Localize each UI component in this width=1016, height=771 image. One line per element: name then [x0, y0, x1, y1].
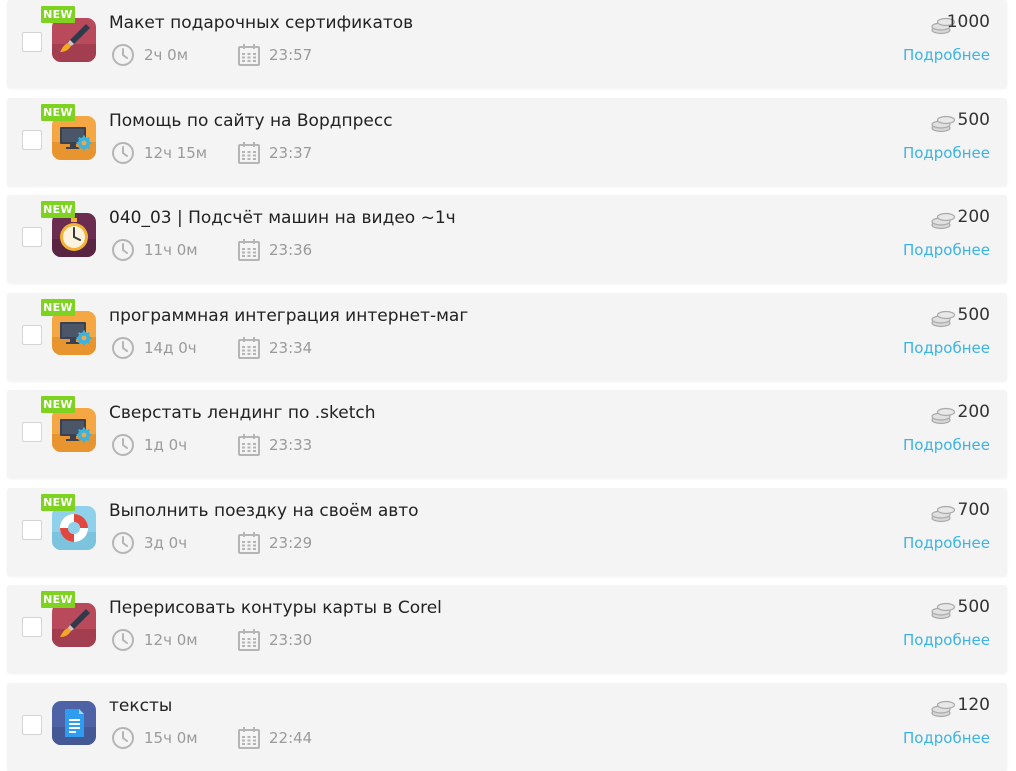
task-row[interactable]: NEW Выполнить поездку на своём авто 3д 0ч 2… [7, 488, 1007, 576]
new-badge: NEW [41, 494, 75, 511]
details-link[interactable]: Подробнее [903, 631, 990, 649]
new-badge: NEW [41, 6, 75, 23]
task-price: 1000 [946, 12, 990, 32]
clock-icon [111, 336, 135, 360]
lifebuoy-icon [52, 506, 96, 550]
task-posted-time: 23:57 [269, 46, 313, 64]
details-link[interactable]: Подробнее [903, 339, 990, 357]
task-duration: 1д 0ч [144, 436, 188, 454]
calendar-icon [237, 238, 261, 262]
coins-icon [929, 405, 957, 425]
task-select-checkbox[interactable] [22, 520, 42, 540]
details-link[interactable]: Подробнее [903, 241, 990, 259]
task-title[interactable]: Помощь по сайту на Вордпресс [109, 111, 393, 131]
task-posted-time: 23:36 [269, 241, 313, 259]
task-posted-time: 23:33 [269, 436, 313, 454]
calendar-icon [237, 531, 261, 555]
details-link[interactable]: Подробнее [903, 144, 990, 162]
details-link[interactable]: Подробнее [903, 46, 990, 64]
task-posted-time: 22:44 [269, 729, 313, 747]
stopwatch-icon [52, 213, 96, 257]
new-badge: NEW [41, 201, 75, 218]
task-title[interactable]: 040_03 | Подсчёт машин на видео ~1ч [109, 208, 456, 228]
details-link[interactable]: Подробнее [903, 729, 990, 747]
coins-icon [929, 600, 957, 620]
clock-icon [111, 433, 135, 457]
details-link[interactable]: Подробнее [903, 534, 990, 552]
task-row[interactable]: NEW Перерисовать контуры карты в Corel 12ч… [7, 585, 1007, 673]
web-monitor-icon [52, 408, 96, 452]
web-monitor-icon [52, 116, 96, 160]
task-select-checkbox[interactable] [22, 617, 42, 637]
design-brush-icon [52, 18, 96, 62]
task-duration: 12ч 0м [144, 631, 198, 649]
task-row[interactable]: тексты 15ч 0м 22:44 120 Подробнее [7, 683, 1007, 771]
coins-icon [929, 698, 957, 718]
calendar-icon [237, 336, 261, 360]
calendar-icon [237, 141, 261, 165]
task-list: NEW Макет подарочных сертификатов 2ч 0м 23:… [0, 0, 1016, 771]
task-title[interactable]: Сверстать лендинг по .sketch [109, 403, 376, 423]
clock-icon [111, 238, 135, 262]
coins-icon [929, 210, 957, 230]
task-select-checkbox[interactable] [22, 422, 42, 442]
calendar-icon [237, 726, 261, 750]
task-title[interactable]: Выполнить поездку на своём авто [109, 501, 419, 521]
task-price: 700 [957, 500, 990, 520]
task-price: 200 [957, 207, 990, 227]
task-title[interactable]: Макет подарочных сертификатов [109, 13, 413, 33]
new-badge: NEW [41, 396, 75, 413]
task-price: 500 [957, 597, 990, 617]
clock-icon [111, 726, 135, 750]
task-price: 500 [957, 110, 990, 130]
task-select-checkbox[interactable] [22, 227, 42, 247]
task-title[interactable]: программная интеграция интернет-маг [109, 306, 468, 326]
task-price: 120 [957, 695, 990, 715]
task-select-checkbox[interactable] [22, 325, 42, 345]
document-icon [52, 701, 96, 745]
task-row[interactable]: NEW 040_03 | Подсчёт машин на видео ~1ч 11… [7, 195, 1007, 283]
task-price: 500 [957, 305, 990, 325]
task-title[interactable]: Перерисовать контуры карты в Corel [109, 598, 442, 618]
task-posted-time: 23:34 [269, 339, 313, 357]
task-duration: 2ч 0м [144, 46, 189, 64]
task-select-checkbox[interactable] [22, 715, 42, 735]
task-row[interactable]: NEW Макет подарочных сертификатов 2ч 0м 23:… [7, 0, 1007, 88]
details-link[interactable]: Подробнее [903, 436, 990, 454]
web-monitor-icon [52, 311, 96, 355]
new-badge: NEW [41, 591, 75, 608]
task-duration: 12ч 15м [144, 144, 208, 162]
task-price: 200 [957, 402, 990, 422]
clock-icon [111, 141, 135, 165]
task-title[interactable]: тексты [109, 696, 172, 716]
task-row[interactable]: NEW Сверстать лендинг по .sketch 1д 0ч 23:3… [7, 390, 1007, 478]
task-row[interactable]: NEW программная интеграция интернет-маг 14… [7, 293, 1007, 381]
task-select-checkbox[interactable] [22, 32, 42, 52]
clock-icon [111, 628, 135, 652]
design-brush-icon [52, 603, 96, 647]
clock-icon [111, 43, 135, 67]
calendar-icon [237, 628, 261, 652]
new-badge: NEW [41, 299, 75, 316]
task-duration: 11ч 0м [144, 241, 198, 259]
task-duration: 15ч 0м [144, 729, 198, 747]
task-duration: 3д 0ч [144, 534, 188, 552]
clock-icon [111, 531, 135, 555]
coins-icon [929, 308, 957, 328]
task-row[interactable]: NEW Помощь по сайту на Вордпресс 12ч 15м 23… [7, 98, 1007, 186]
task-posted-time: 23:30 [269, 631, 313, 649]
task-select-checkbox[interactable] [22, 130, 42, 150]
task-posted-time: 23:37 [269, 144, 313, 162]
calendar-icon [237, 433, 261, 457]
new-badge: NEW [41, 104, 75, 121]
task-duration: 14д 0ч [144, 339, 197, 357]
task-posted-time: 23:29 [269, 534, 313, 552]
coins-icon [929, 113, 957, 133]
coins-icon [929, 503, 957, 523]
calendar-icon [237, 43, 261, 67]
